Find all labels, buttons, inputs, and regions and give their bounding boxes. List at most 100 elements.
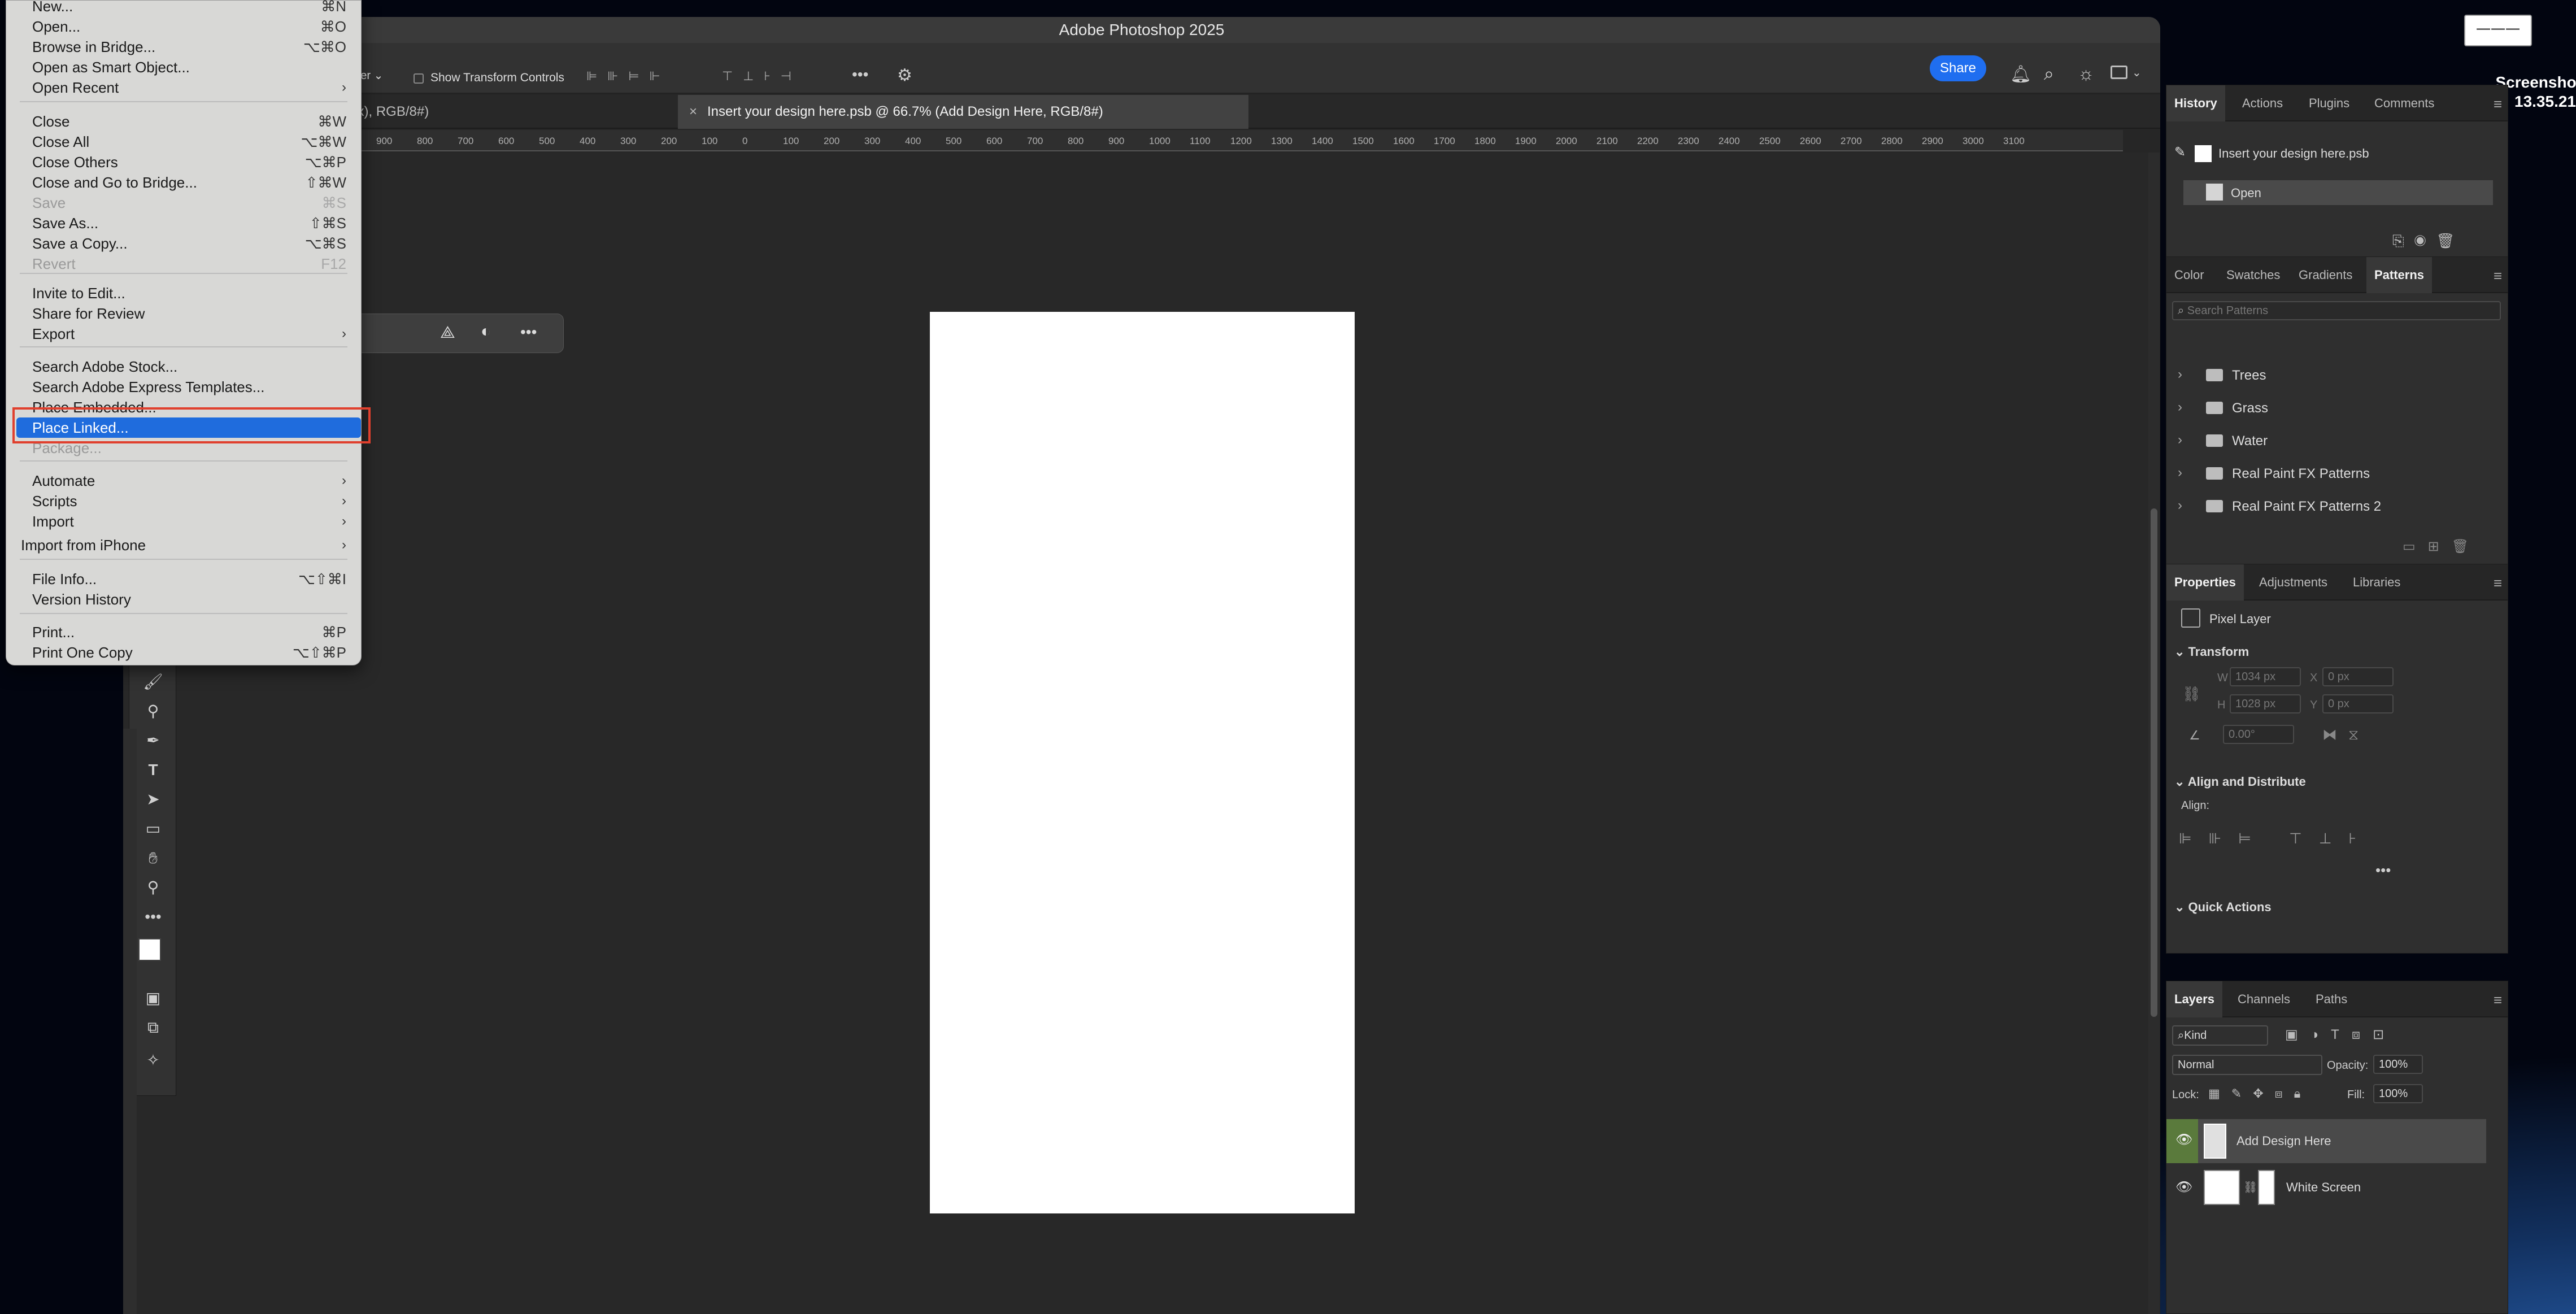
scrollbar-thumb[interactable] — [2151, 508, 2157, 1017]
tab-patterns[interactable]: Patterns — [2366, 257, 2433, 293]
share-button[interactable]: Share — [1930, 55, 1986, 81]
gear-icon[interactable]: ⚙ — [897, 66, 912, 85]
menu-item-browse-in-bridge[interactable]: Browse in Bridge... ⌥⌘O — [6, 37, 362, 57]
tab-comments[interactable]: Comments — [2366, 85, 2442, 121]
layer-filter-select[interactable]: ⌕Kind — [2172, 1025, 2268, 1046]
link-icon[interactable]: ⛓ — [2182, 685, 2201, 703]
chevron-down-icon[interactable]: ⌄ — [2132, 66, 2142, 80]
align-buttons[interactable]: ⊫⊪⊨ ⊤⊥⊦ — [2179, 830, 2373, 847]
menu-item-print-one-copy[interactable]: Print One Copy ⌥⇧⌘P — [6, 642, 362, 663]
chevron-right-icon[interactable]: › — [2178, 399, 2182, 415]
history-snapshot[interactable]: ✎ Insert your design here.psb — [2166, 143, 2483, 166]
menu-item-close-and-go-to-bridge[interactable]: Close and Go to Bridge... ⇧⌘W — [6, 172, 362, 193]
distribute-icons[interactable]: ⊤⊥⊦⊣ — [722, 69, 846, 86]
more-align-icon[interactable]: ••• — [2375, 862, 2391, 879]
menu-item-invite-to-edit[interactable]: Invite to Edit... — [6, 283, 362, 303]
lock-icons[interactable]: ▦✎✥⧈🔒︎ — [2208, 1086, 2312, 1101]
menu-item-open-as-smart-object[interactable]: Open as Smart Object... — [6, 57, 362, 77]
y-input[interactable]: 0 px — [2322, 694, 2394, 713]
chevron-right-icon[interactable]: › — [2178, 367, 2182, 382]
menu-item-import[interactable]: Import › — [6, 511, 362, 532]
panel-menu-icon[interactable]: ≡ — [2494, 95, 2502, 113]
width-input[interactable]: 1034 px — [2230, 667, 2301, 686]
layer-filter-icons[interactable]: ▣◑T⧈⊡ — [2285, 1026, 2396, 1043]
menu-item-search-adobe-stock[interactable]: Search Adobe Stock... — [6, 356, 362, 377]
fill-input[interactable]: 100% — [2373, 1084, 2423, 1103]
lightbulb-icon[interactable]: ☼ — [2078, 63, 2094, 84]
menu-item-scripts[interactable]: Scripts › — [6, 491, 362, 511]
menu-item-open-recent[interactable]: Open Recent › — [6, 77, 362, 98]
quick-actions-section[interactable]: ⌄ Quick Actions — [2174, 900, 2272, 915]
menu-item-close-others[interactable]: Close Others ⌥⌘P — [6, 152, 362, 172]
folder-real-paint-fx-2[interactable]: › Real Paint FX Patterns 2 — [2166, 495, 2483, 518]
chevron-right-icon[interactable]: › — [2178, 498, 2182, 514]
tab-doc-2[interactable]: × Insert your design here.psb @ 66.7% (Ad… — [678, 95, 1248, 129]
more-options-icon[interactable]: ••• — [852, 66, 868, 84]
eye-icon[interactable]: 👁︎ — [2175, 1179, 2192, 1195]
menu-item-save-as[interactable]: Save As... ⇧⌘S — [6, 213, 362, 233]
folder-trees[interactable]: › Trees — [2166, 364, 2483, 387]
menu-item-share-for-review[interactable]: Share for Review — [6, 303, 362, 324]
chevron-right-icon[interactable]: › — [2178, 465, 2182, 481]
foreground-color-swatch[interactable] — [138, 938, 161, 961]
tab-swatches[interactable]: Swatches — [2218, 257, 2288, 293]
panel-menu-icon[interactable]: ≡ — [2494, 267, 2502, 285]
workspace-icon[interactable] — [2111, 66, 2127, 79]
folder-real-paint-fx[interactable]: › Real Paint FX Patterns — [2166, 463, 2483, 485]
adjust-icon[interactable]: ◐ — [481, 322, 491, 341]
menu-item-search-adobe-express-templates[interactable]: Search Adobe Express Templates... — [6, 377, 362, 397]
align-distribute-section[interactable]: ⌄ Align and Distribute — [2174, 775, 2306, 789]
eye-icon[interactable]: 👁︎ — [2166, 1119, 2198, 1163]
menu-item-file-info[interactable]: File Info... ⌥⇧⌘I — [6, 569, 362, 589]
history-state-open[interactable]: Open — [2183, 180, 2493, 205]
panel-menu-icon[interactable]: ≡ — [2494, 575, 2502, 592]
flip-icons[interactable]: ⧓⧖ — [2322, 726, 2370, 744]
transform-section[interactable]: ⌄ Transform — [2174, 645, 2249, 659]
more-icon[interactable]: ••• — [520, 323, 537, 341]
menu-item-export[interactable]: Export › — [6, 324, 362, 344]
search-patterns-input[interactable]: ⌕ Search Patterns — [2172, 301, 2501, 320]
tab-libraries[interactable]: Libraries — [2345, 564, 2408, 601]
tab-properties[interactable]: Properties — [2166, 564, 2244, 601]
layer-white-screen[interactable]: 👁︎ ⛓ White Screen — [2166, 1165, 2486, 1209]
tab-plugins[interactable]: Plugins — [2301, 85, 2357, 121]
tab-paths[interactable]: Paths — [2308, 981, 2355, 1017]
vertical-scrollbar[interactable] — [2148, 153, 2160, 1314]
document-canvas[interactable] — [930, 312, 1355, 1213]
screenshot-thumbnail[interactable]: 一一一 — [2464, 15, 2532, 46]
pattern-actions-icons[interactable]: ▭⊞🗑︎ — [2403, 538, 2481, 555]
chevron-right-icon[interactable]: › — [2178, 432, 2182, 448]
dodge-tool-icon[interactable]: ⚲ — [129, 697, 177, 726]
tab-channels[interactable]: Channels — [2230, 981, 2298, 1017]
tab-adjustments[interactable]: Adjustments — [2251, 564, 2335, 601]
folder-water[interactable]: › Water — [2166, 430, 2483, 452]
x-input[interactable]: 0 px — [2322, 667, 2394, 686]
history-actions-icons[interactable]: ⎘◉🗑︎ — [2392, 232, 2465, 250]
tab-layers[interactable]: Layers — [2166, 981, 2222, 1017]
tab-actions[interactable]: Actions — [2234, 85, 2291, 121]
bell-icon[interactable]: 🔔︎ — [2010, 64, 2031, 84]
menu-item-save-a-copy[interactable]: Save a Copy... ⌥⌘S — [6, 233, 362, 254]
menu-item-close-all[interactable]: Close All ⌥⌘W — [6, 132, 362, 152]
menu-item-close[interactable]: Close ⌘W — [6, 111, 362, 132]
menu-item-version-history[interactable]: Version History — [6, 589, 362, 610]
opacity-input[interactable]: 100% — [2373, 1055, 2423, 1074]
brush-tool-icon[interactable]: 🖌︎ — [129, 667, 177, 697]
tab-color[interactable]: Color — [2166, 257, 2212, 293]
menu-item-open[interactable]: Open... ⌘O — [6, 16, 362, 37]
folder-grass[interactable]: › Grass — [2166, 397, 2483, 420]
tab-gradients[interactable]: Gradients — [2291, 257, 2360, 293]
panel-menu-icon[interactable]: ≡ — [2494, 991, 2502, 1009]
menu-item-import-from-iphone[interactable]: Import from iPhone › — [6, 535, 362, 555]
layer-add-design-here[interactable]: 👁︎ Add Design Here — [2166, 1119, 2486, 1163]
close-icon[interactable]: × — [689, 104, 697, 119]
menu-item-print[interactable]: Print... ⌘P — [6, 622, 362, 642]
menu-item-new[interactable]: New... ⌘N — [6, 0, 362, 16]
height-input[interactable]: 1028 px — [2230, 694, 2301, 713]
menu-item-automate[interactable]: Automate › — [6, 471, 362, 491]
search-icon[interactable]: ⌕ — [2044, 63, 2054, 85]
select-subject-icon[interactable]: ⟁ — [440, 323, 455, 342]
angle-input[interactable]: 0.00° — [2223, 725, 2294, 744]
show-transform-checkbox[interactable] — [414, 73, 424, 84]
blend-mode-select[interactable]: Normal — [2172, 1055, 2322, 1075]
